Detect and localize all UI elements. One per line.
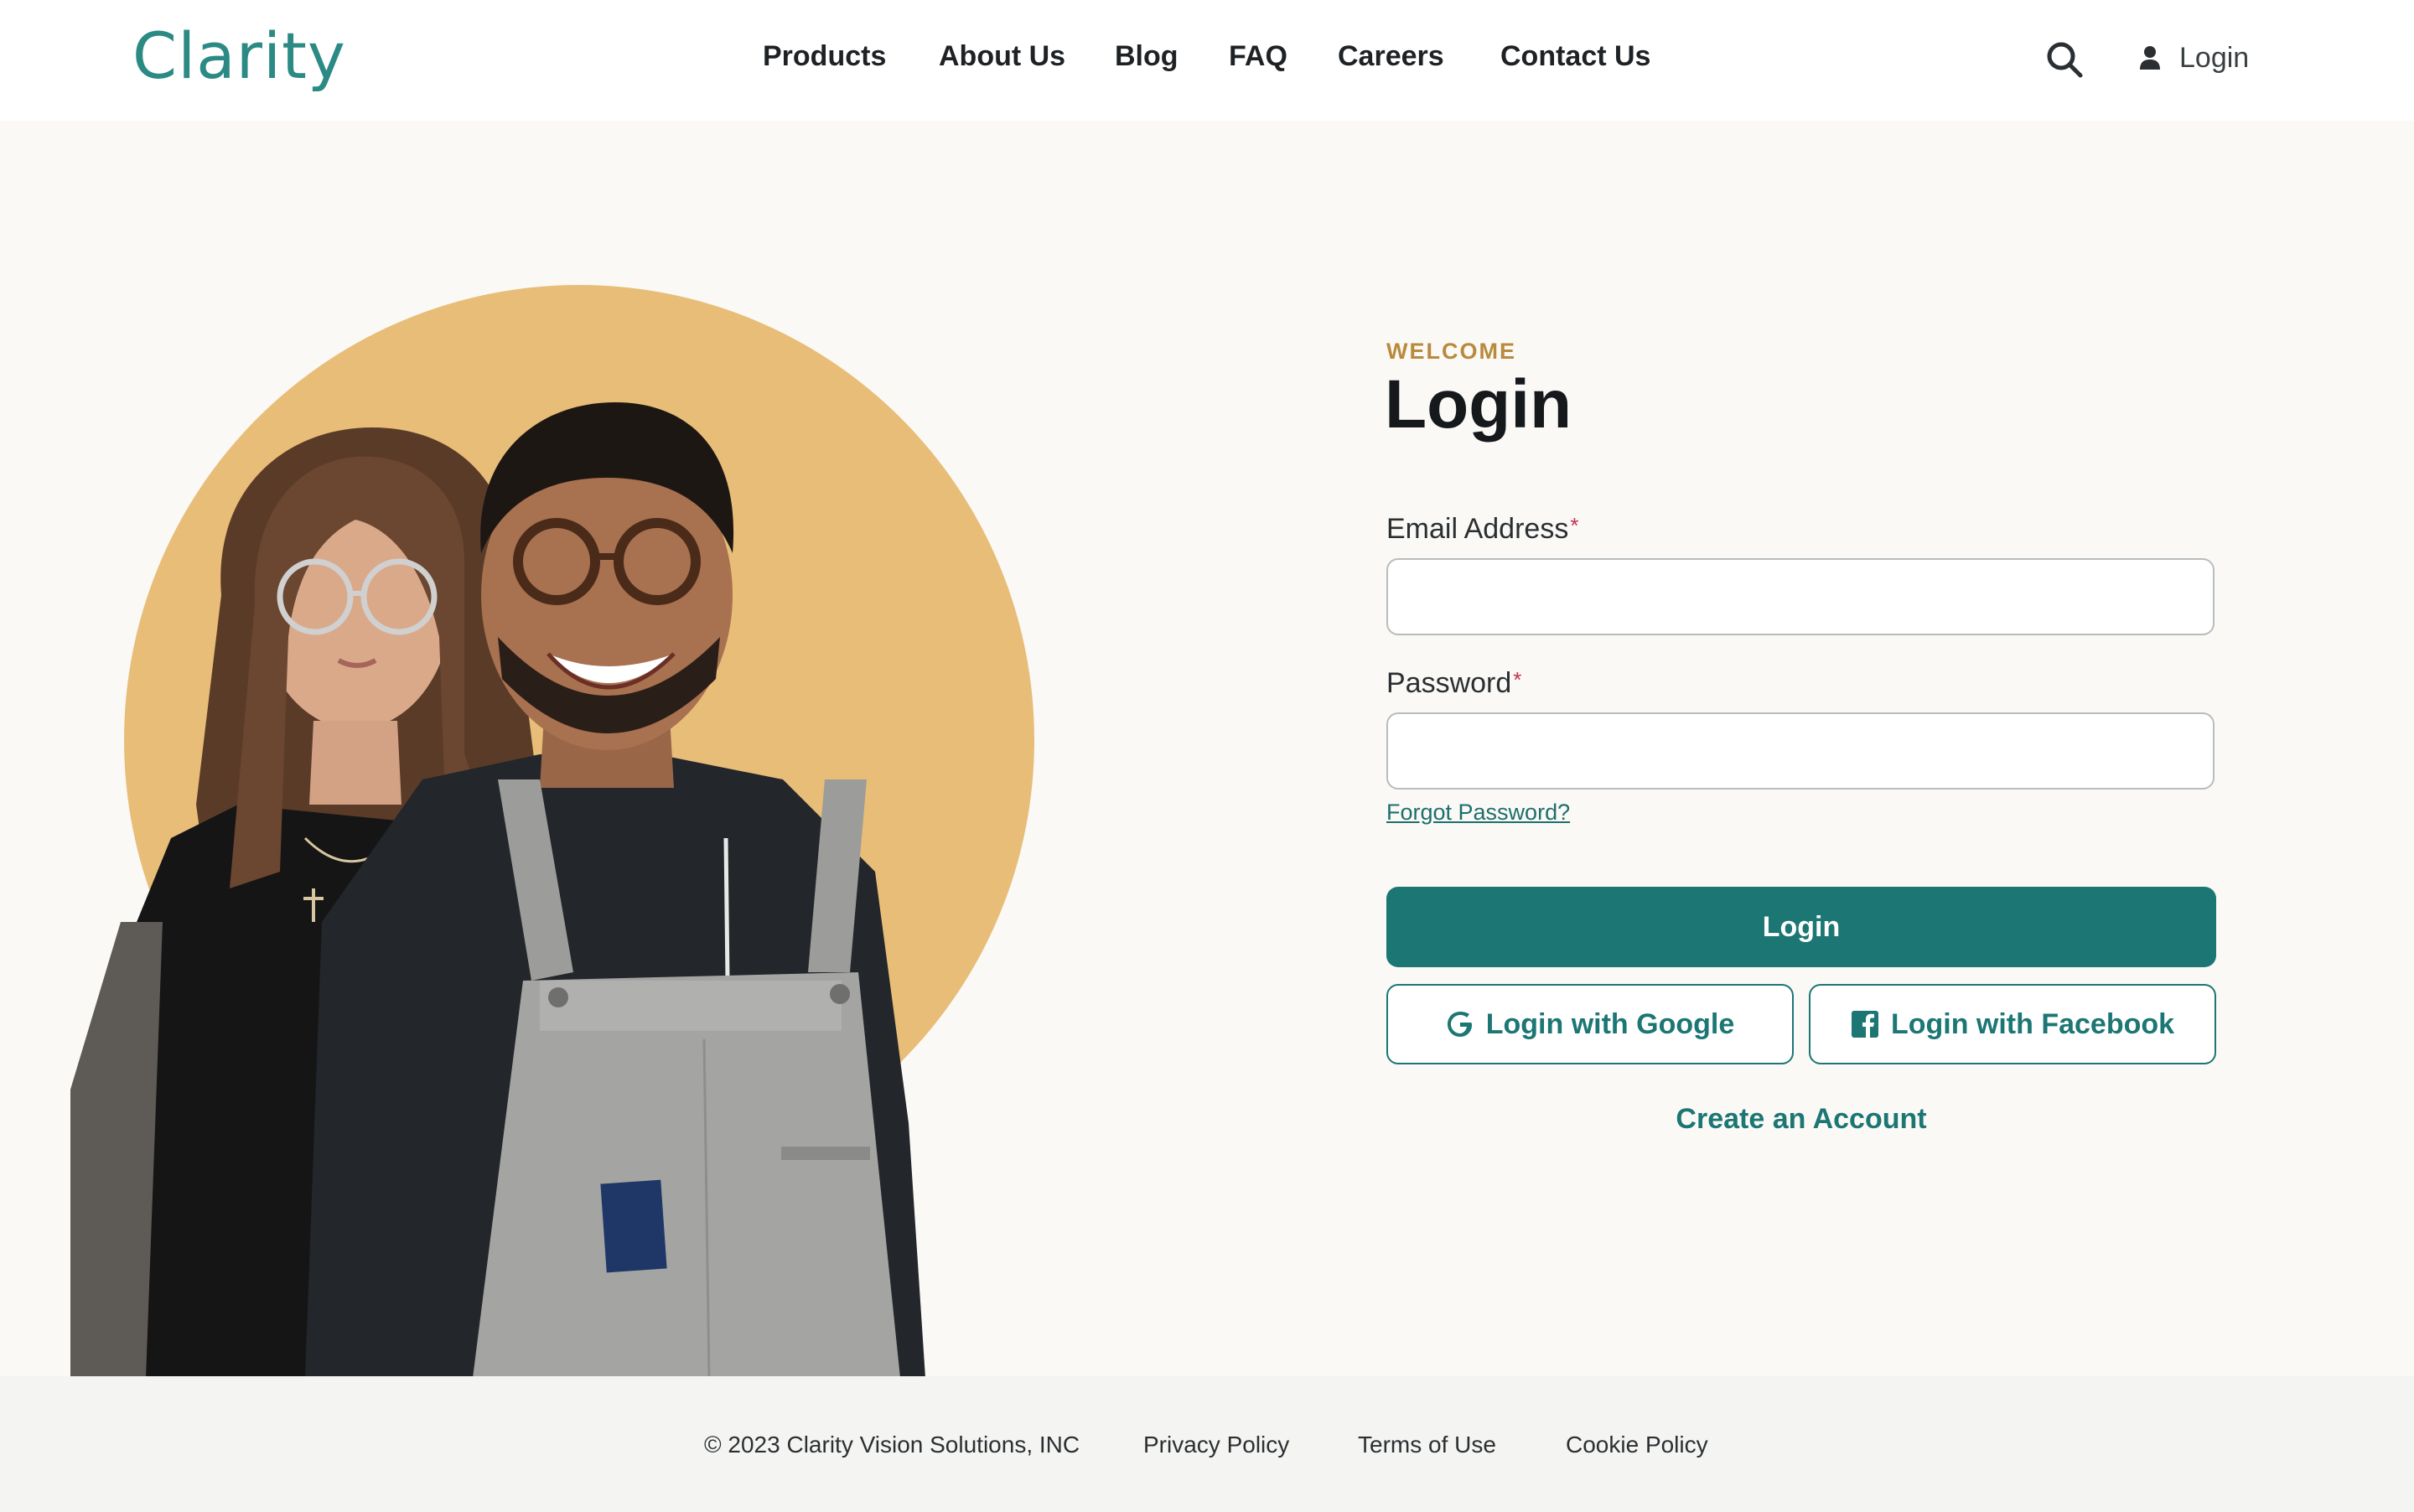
google-button-label: Login with Google bbox=[1485, 1007, 1735, 1040]
create-account-link[interactable]: Create an Account bbox=[1386, 1103, 2216, 1136]
email-label-text: Email Address bbox=[1386, 513, 1569, 545]
nav-blog[interactable]: Blog bbox=[1115, 40, 1179, 73]
nav-products[interactable]: Products bbox=[763, 40, 886, 73]
search-icon[interactable] bbox=[2045, 40, 2084, 79]
page-title: Login bbox=[1385, 366, 1572, 443]
terms-of-use-link[interactable]: Terms of Use bbox=[1358, 1432, 1496, 1458]
login-button[interactable]: Login bbox=[1386, 887, 2216, 967]
people-illustration bbox=[70, 402, 925, 1378]
user-icon bbox=[2140, 46, 2160, 70]
email-label: Email Address* bbox=[1386, 513, 1578, 546]
facebook-icon bbox=[1851, 1011, 1878, 1038]
nav-careers[interactable]: Careers bbox=[1338, 40, 1444, 73]
privacy-policy-link[interactable]: Privacy Policy bbox=[1143, 1432, 1289, 1458]
nav-faq[interactable]: FAQ bbox=[1229, 40, 1287, 73]
password-label-text: Password bbox=[1386, 667, 1512, 699]
required-marker: * bbox=[1513, 667, 1522, 692]
hero-image bbox=[70, 285, 1110, 1378]
facebook-button-label: Login with Facebook bbox=[1890, 1007, 2175, 1040]
site-header: Clarity Products About Us Blog FAQ Caree… bbox=[0, 0, 2414, 121]
forgot-password-link[interactable]: Forgot Password? bbox=[1386, 800, 1570, 826]
password-field[interactable] bbox=[1386, 712, 2215, 790]
welcome-eyebrow: WELCOME bbox=[1386, 339, 1516, 364]
nav-about-us[interactable]: About Us bbox=[939, 40, 1065, 73]
header-login-label: Login bbox=[2179, 42, 2250, 74]
required-marker: * bbox=[1570, 513, 1579, 538]
password-label: Password* bbox=[1386, 667, 1521, 700]
clarity-logo[interactable]: Clarity bbox=[132, 18, 346, 93]
email-field[interactable] bbox=[1386, 558, 2215, 635]
google-icon bbox=[1447, 1012, 1472, 1037]
login-with-facebook-button[interactable]: Login with Facebook bbox=[1809, 984, 2216, 1064]
nav-contact-us[interactable]: Contact Us bbox=[1500, 40, 1650, 73]
login-with-google-button[interactable]: Login with Google bbox=[1386, 984, 1794, 1064]
copyright-text: © 2023 Clarity Vision Solutions, INC bbox=[704, 1432, 1080, 1458]
site-footer: © 2023 Clarity Vision Solutions, INC Pri… bbox=[0, 1376, 2414, 1512]
cookie-policy-link[interactable]: Cookie Policy bbox=[1566, 1432, 1708, 1458]
